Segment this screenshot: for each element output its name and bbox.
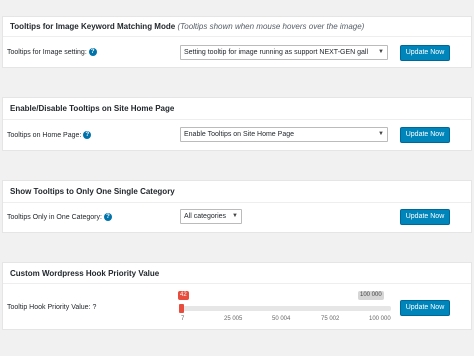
image-setting-label-text: Tooltips for Image setting: — [7, 48, 87, 56]
panel-title: Tooltips for Image Keyword Matching Mode — [10, 22, 176, 31]
panel-header: Show Tooltips to Only One Single Categor… — [3, 181, 471, 203]
help-icon[interactable]: ? — [83, 131, 92, 139]
update-category-button[interactable]: Update Now — [400, 209, 450, 225]
slider-max-value: 100 000 — [358, 291, 384, 300]
chevron-down-icon: ▼ — [378, 49, 384, 55]
panel-title: Show Tooltips to Only One Single Categor… — [10, 187, 175, 196]
home-page-label-text: Tooltips on Home Page: — [7, 131, 82, 139]
category-tooltip-panel: Show Tooltips to Only One Single Categor… — [2, 180, 472, 233]
category-select-value: All categories — [184, 213, 227, 220]
panel-title: Enable/Disable Tooltips on Site Home Pag… — [10, 104, 175, 113]
panel-note: (Tooltips shown when mouse hovers over t… — [177, 22, 365, 31]
chevron-down-icon: ▼ — [232, 213, 238, 219]
priority-slider-handle[interactable] — [179, 304, 184, 313]
slider-tick: 7 — [181, 316, 185, 322]
panel-header: Custom Wordpress Hook Priority Value — [3, 263, 471, 284]
slider-tick: 25 005 — [224, 316, 243, 322]
panel-header: Enable/Disable Tooltips on Site Home Pag… — [3, 98, 471, 120]
slider-tick: 100 000 — [369, 316, 391, 322]
home-page-select-value: Enable Tooltips on Site Home Page — [184, 131, 294, 138]
category-label: Tooltips Only in One Category:? — [7, 213, 112, 221]
help-icon[interactable]: ? — [103, 213, 112, 221]
priority-slider-track[interactable] — [181, 306, 391, 311]
help-icon[interactable]: ? — [88, 48, 97, 56]
category-label-text: Tooltips Only in One Category: — [7, 213, 102, 221]
slider-current-value: 42 — [178, 291, 189, 300]
chevron-down-icon: ▼ — [378, 131, 384, 137]
home-page-select[interactable]: Enable Tooltips on Site Home Page ▼ — [180, 127, 388, 142]
image-setting-select[interactable]: Setting tooltip for image running as sup… — [180, 45, 388, 60]
panel-header: Tooltips for Image Keyword Matching Mode… — [3, 17, 471, 37]
hook-priority-label: Tooltip Hook Priority Value: ? — [7, 304, 97, 311]
category-select[interactable]: All categories ▼ — [180, 209, 242, 224]
update-home-page-button[interactable]: Update Now — [400, 127, 450, 143]
image-setting-label: Tooltips for Image setting:? — [7, 48, 97, 56]
home-page-label: Tooltips on Home Page:? — [7, 131, 92, 139]
slider-tick: 50 004 — [272, 316, 291, 322]
image-setting-select-value: Setting tooltip for image running as sup… — [184, 49, 369, 56]
update-priority-button[interactable]: Update Now — [400, 300, 450, 316]
update-image-setting-button[interactable]: Update Now — [400, 45, 450, 61]
slider-tick: 75 002 — [321, 316, 340, 322]
panel-title: Custom Wordpress Hook Priority Value — [10, 269, 160, 278]
